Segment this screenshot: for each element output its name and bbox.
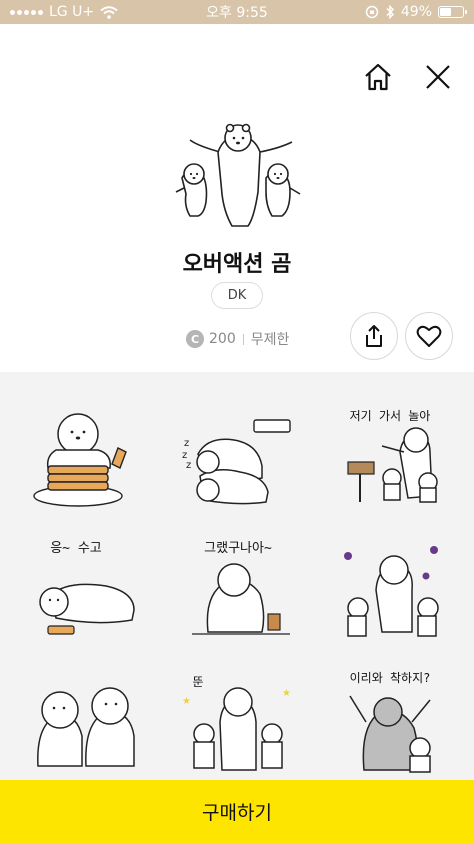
coin-icon: C <box>186 330 204 348</box>
like-button[interactable] <box>405 312 453 360</box>
battery-percent: 49% <box>400 4 432 20</box>
sticker-two-bears-whisper[interactable] <box>26 666 146 786</box>
sticker-detail-sheet: 오버액션 곰 DK C 200 무제한 z z z 저기 가서 놀아 응~ 수고… <box>0 24 474 843</box>
svg-text:z: z <box>184 438 189 449</box>
status-left: LG U+ <box>10 4 118 20</box>
close-button[interactable] <box>421 60 455 94</box>
bear-hero-illustration <box>175 123 301 227</box>
status-bar: LG U+ 오후 9:55 49% <box>0 0 474 24</box>
home-icon <box>365 63 391 91</box>
heart-icon <box>416 325 442 347</box>
sticker-surprised-bears[interactable]: 뚠 ★ ★ <box>178 666 298 786</box>
orientation-lock-icon <box>365 5 379 19</box>
sticker-go-play-there[interactable]: 저기 가서 놀아 <box>330 406 450 526</box>
sticker-caption: 이리와 착하지? <box>350 671 431 685</box>
svg-text:z: z <box>186 460 191 471</box>
wifi-icon <box>100 5 118 19</box>
sticker-preview-grid: zzz 저기 가서 놀아 응~ 수고 그랬구나아~ 뚠 ★ ★ 이리와 착하지? <box>0 372 474 804</box>
sticker-come-here[interactable]: 이리와 착하지? <box>330 666 450 786</box>
sticker-i-see[interactable]: 그랬구나아~ <box>178 536 298 656</box>
sticker-caption: 그랬구나아~ <box>204 541 272 556</box>
author-button[interactable]: DK <box>211 282 263 309</box>
carrier-label: LG U+ <box>49 4 95 20</box>
battery-fill <box>440 8 451 16</box>
sticker-sleeping-bears[interactable]: zzz <box>178 406 298 526</box>
sticker-caption: 응~ 수고 <box>50 541 102 556</box>
buy-button[interactable]: 구매하기 <box>0 780 474 843</box>
svg-text:★: ★ <box>182 696 191 707</box>
close-icon <box>426 65 450 89</box>
share-icon <box>366 325 382 347</box>
sticker-caption: 뚠 <box>192 675 203 689</box>
duration-label: 무제한 <box>250 332 290 348</box>
bluetooth-icon <box>386 5 394 19</box>
sticker-caption: 저기 가서 놀아 <box>350 409 431 423</box>
price-row: C 200 무제한 <box>186 329 289 349</box>
status-right: 49% <box>365 4 467 20</box>
share-button[interactable] <box>350 312 398 360</box>
battery-icon <box>438 6 467 18</box>
sticker-pancake-bear[interactable] <box>26 406 146 526</box>
svg-text:★: ★ <box>282 688 291 699</box>
sticker-dancing-bears[interactable] <box>330 536 450 656</box>
sticker-good-work[interactable]: 응~ 수고 <box>26 536 146 656</box>
price-value: 200 <box>209 331 236 347</box>
home-button[interactable] <box>361 60 395 94</box>
price-divider <box>242 333 244 345</box>
sticker-title: 오버액션 곰 <box>182 252 292 277</box>
signal-icon <box>10 9 43 15</box>
